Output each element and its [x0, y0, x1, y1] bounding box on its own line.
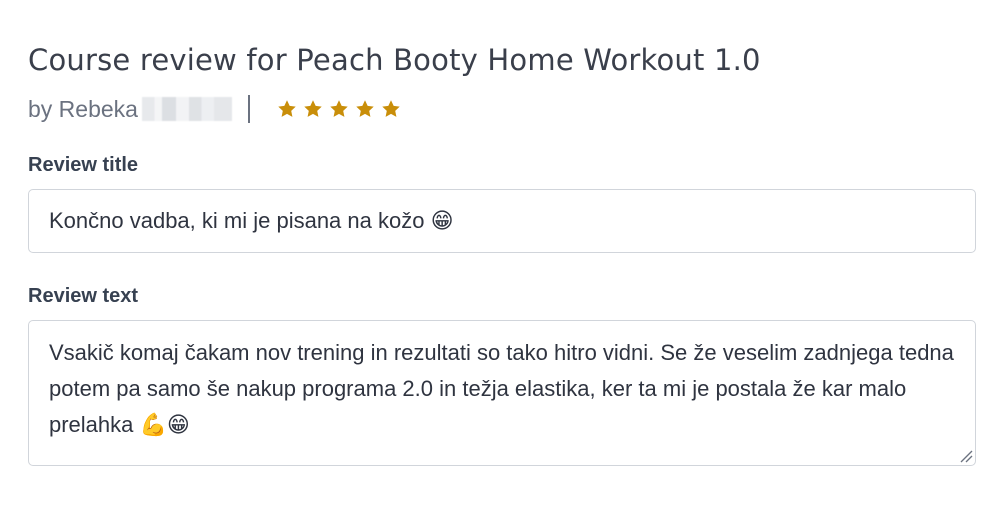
page-title: Course review for Peach Booty Home Worko…: [28, 43, 761, 77]
star-icon: [382, 100, 400, 117]
star-icon: [330, 100, 348, 117]
review-title-label: Review title: [28, 154, 139, 176]
review-title-input[interactable]: Končno vadba, ki mi je pisana na kožo 😁: [28, 189, 976, 253]
review-text-value: Vsakič komaj čakam nov trening in rezult…: [49, 340, 954, 437]
review-byline: by Rebeka: [28, 92, 976, 126]
star-icon: [304, 100, 322, 117]
author-name: by Rebeka: [28, 96, 232, 123]
star-icon: [278, 100, 296, 117]
review-text-label: Review text: [28, 285, 139, 307]
course-review-panel: Course review for Peach Booty Home Worko…: [28, 40, 976, 466]
review-text-textarea[interactable]: Vsakič komaj čakam nov trening in rezult…: [28, 320, 976, 466]
star-icon: [356, 100, 374, 117]
author-label: by Rebeka: [28, 95, 138, 122]
review-title-value: Končno vadba, ki mi je pisana na kožo 😁: [49, 208, 454, 233]
star-rating: [276, 98, 402, 120]
redacted-surname: [141, 97, 232, 121]
resize-handle-icon[interactable]: [957, 447, 973, 463]
divider: [247, 95, 250, 123]
